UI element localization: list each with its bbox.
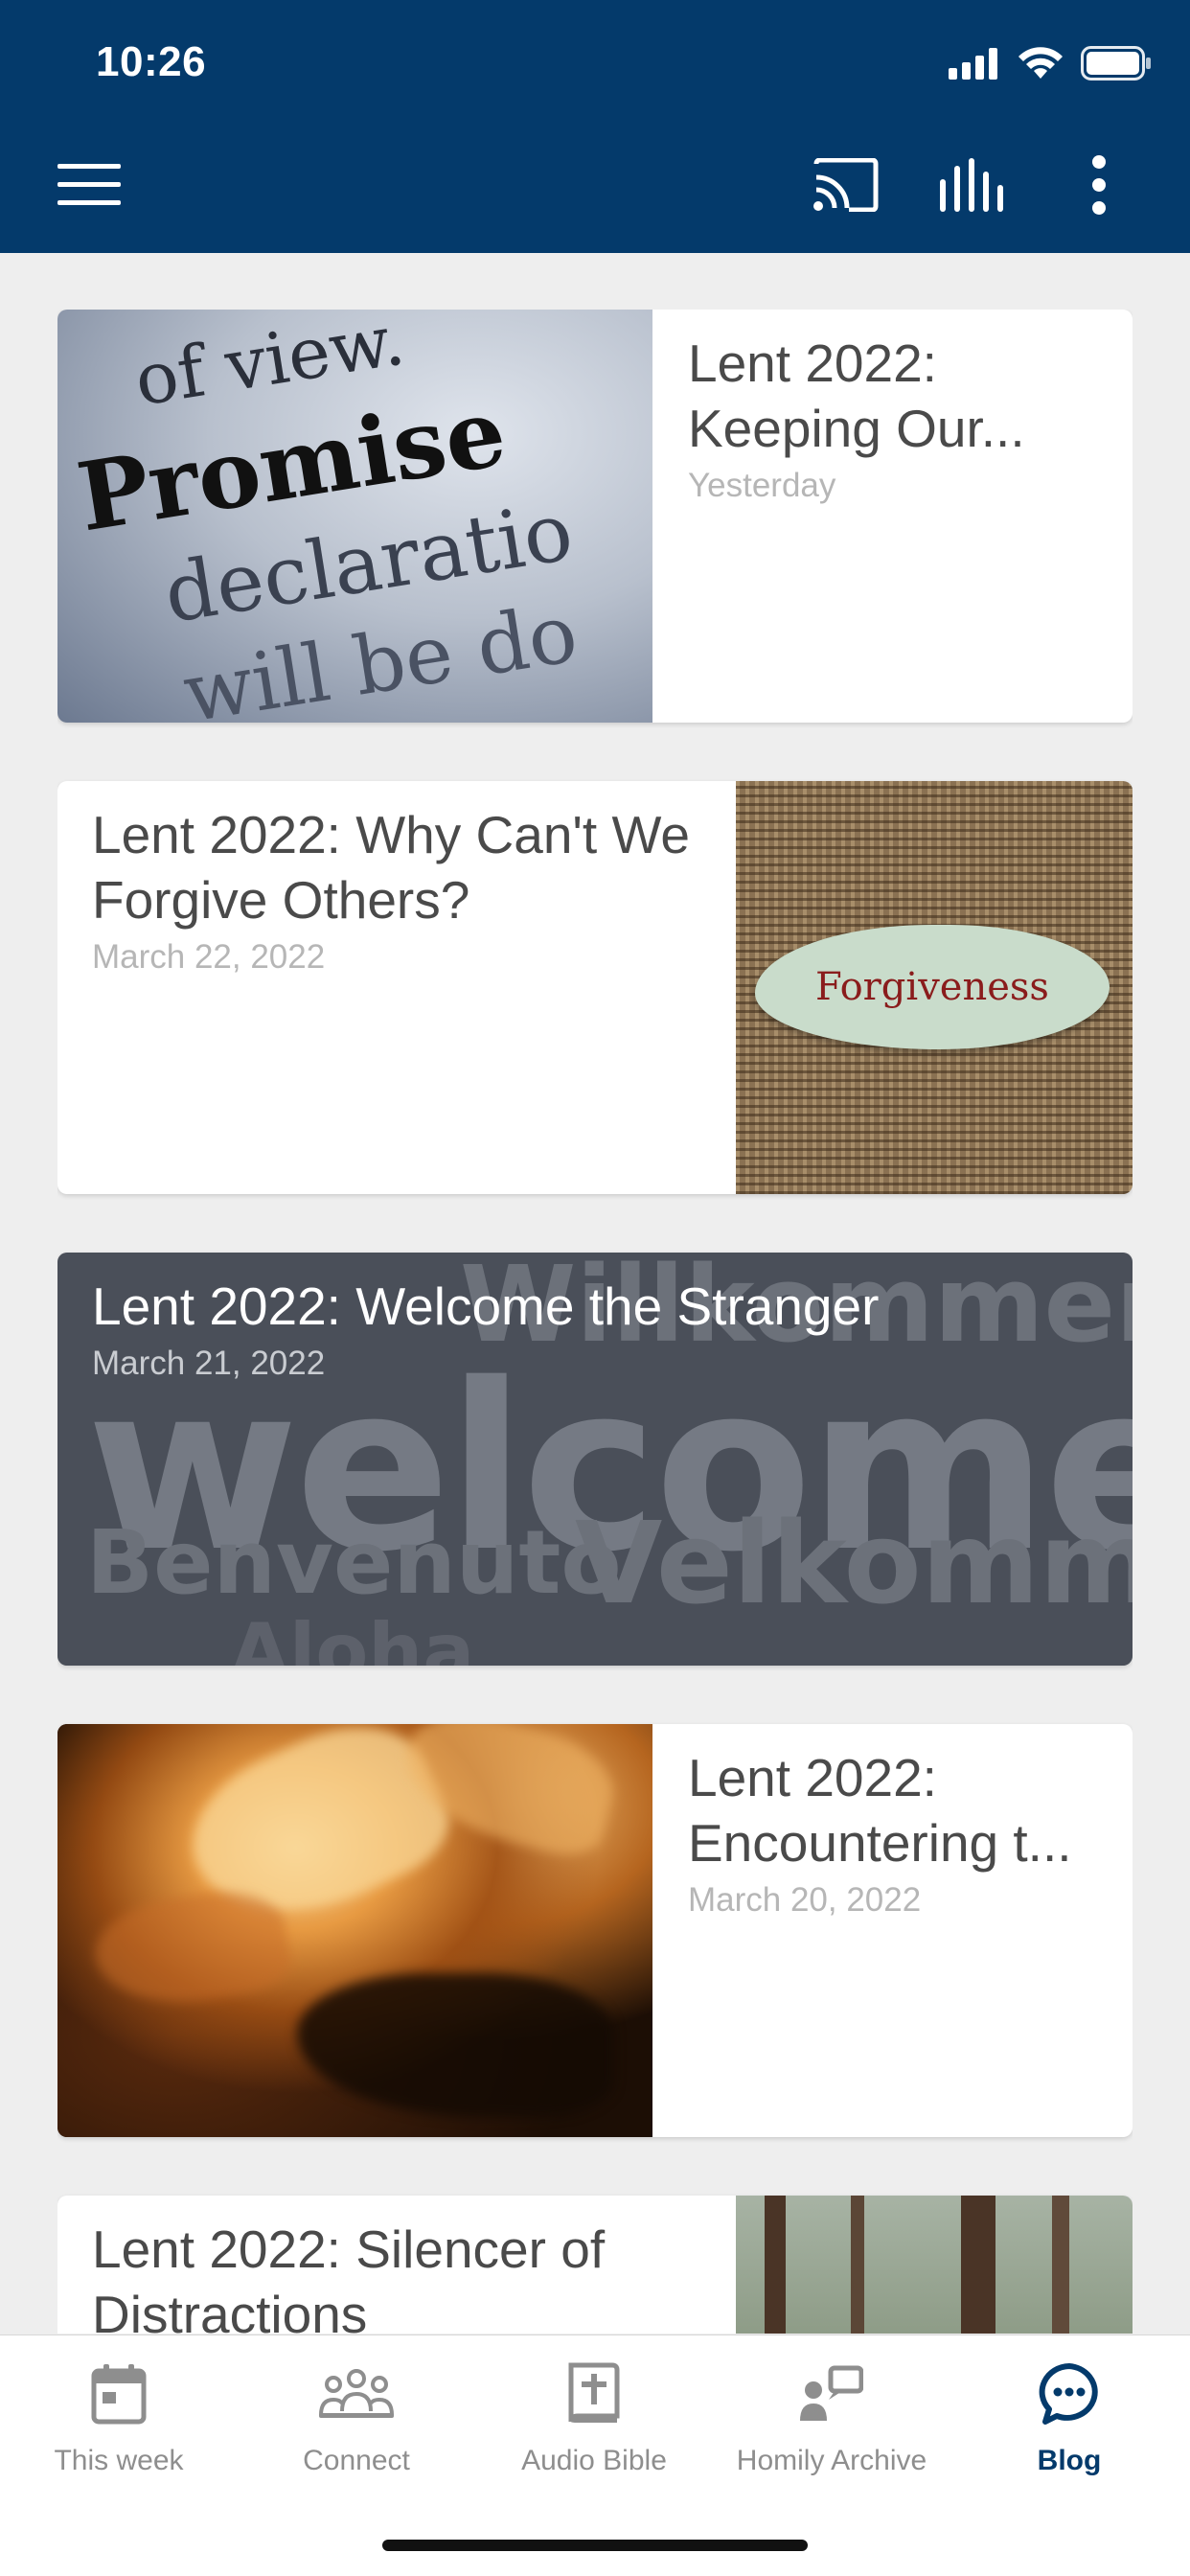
chat-bubble-icon: [1038, 2360, 1101, 2427]
tree-trunk: [1052, 2196, 1069, 2334]
paper-patch: Forgiveness: [755, 925, 1110, 1049]
post-thumbnail-forest: [736, 2196, 1133, 2334]
cast-icon: [812, 157, 880, 217]
tab-blog[interactable]: Blog: [950, 2335, 1188, 2489]
cellular-signal-icon: [949, 47, 1000, 84]
calendar-icon: [91, 2360, 147, 2427]
blog-post-card[interactable]: Lent 2022: Why Can't We Forgive Others? …: [57, 781, 1133, 1194]
tree-trunk: [851, 2196, 864, 2334]
tab-label: This week: [54, 2445, 184, 2476]
post-thumbnail-forgiveness: Forgiveness: [736, 781, 1133, 1194]
tab-homily-archive[interactable]: Homily Archive: [713, 2335, 950, 2489]
post-thumbnail-promise: of view. Promise declaratio will be do: [57, 310, 652, 723]
post-text: Lent 2022: Encountering t... March 20, 2…: [688, 1745, 1110, 1921]
post-title: Lent 2022: Welcome the Stranger: [92, 1276, 880, 1336]
audio-bars-icon: [939, 157, 1006, 217]
app-screen: 10:26 of view. Promise declaratio will b…: [0, 0, 1190, 2576]
flame-shape: [87, 1880, 296, 2018]
speaker-person-icon: [800, 2360, 863, 2427]
tab-connect[interactable]: Connect: [238, 2335, 475, 2489]
audio-button[interactable]: [929, 144, 1016, 230]
tab-label: Homily Archive: [736, 2445, 927, 2476]
tab-audio-bible[interactable]: Audio Bible: [475, 2335, 713, 2489]
home-indicator[interactable]: [382, 2540, 808, 2551]
post-title: Lent 2022: Why Can't We Forgive Others?: [92, 805, 690, 930]
tab-label: Audio Bible: [521, 2445, 667, 2476]
post-thumbnail-fire: [57, 1724, 652, 2137]
menu-button[interactable]: [46, 144, 132, 230]
people-group-icon: [319, 2360, 394, 2427]
image-word: Forgiveness: [815, 965, 1049, 1009]
post-date: March 22, 2022: [92, 938, 326, 976]
status-icons: [949, 46, 1152, 85]
cast-button[interactable]: [803, 144, 889, 230]
post-title: Lent 2022: Keeping Our...: [688, 334, 1025, 458]
tab-label: Connect: [303, 2445, 410, 2476]
battery-icon: [1081, 46, 1152, 85]
tab-this-week[interactable]: This week: [0, 2335, 238, 2489]
tree-trunk: [765, 2196, 786, 2334]
hamburger-menu-icon: [57, 163, 121, 211]
bible-cross-icon: [568, 2360, 620, 2427]
blog-post-card[interactable]: of view. Promise declaratio will be do L…: [57, 310, 1133, 723]
status-time: 10:26: [96, 38, 207, 85]
app-header: 10:26: [0, 0, 1190, 253]
post-title: Lent 2022: Encountering t...: [688, 1748, 1072, 1873]
post-date: March 21, 2022: [92, 1345, 326, 1382]
post-date: Yesterday: [688, 467, 836, 504]
blog-post-card[interactable]: Lent 2022: Silencer of Distractions: [57, 2196, 1133, 2334]
more-vertical-icon: [1089, 154, 1109, 220]
wifi-icon: [1018, 46, 1064, 85]
post-text: Lent 2022: Silencer of Distractions: [92, 2217, 705, 2334]
more-options-button[interactable]: [1056, 144, 1142, 230]
tab-label: Blog: [1037, 2445, 1102, 2476]
post-date: March 20, 2022: [688, 1881, 922, 1919]
post-text: Lent 2022: Welcome the Stranger March 21…: [92, 1274, 1098, 1385]
blog-post-card[interactable]: Lent 2022: Encountering t... March 20, 2…: [57, 1724, 1133, 2137]
post-text: Lent 2022: Why Can't We Forgive Others? …: [92, 802, 705, 978]
post-text: Lent 2022: Keeping Our... Yesterday: [688, 331, 1100, 507]
ember-shadow: [297, 1973, 613, 2117]
blog-feed[interactable]: of view. Promise declaratio will be do L…: [57, 310, 1133, 2334]
blog-post-card[interactable]: Willkommen welcome Benvenuto Velkomme Al…: [57, 1253, 1133, 1666]
post-title: Lent 2022: Silencer of Distractions: [92, 2220, 606, 2334]
tree-trunk: [961, 2196, 995, 2334]
